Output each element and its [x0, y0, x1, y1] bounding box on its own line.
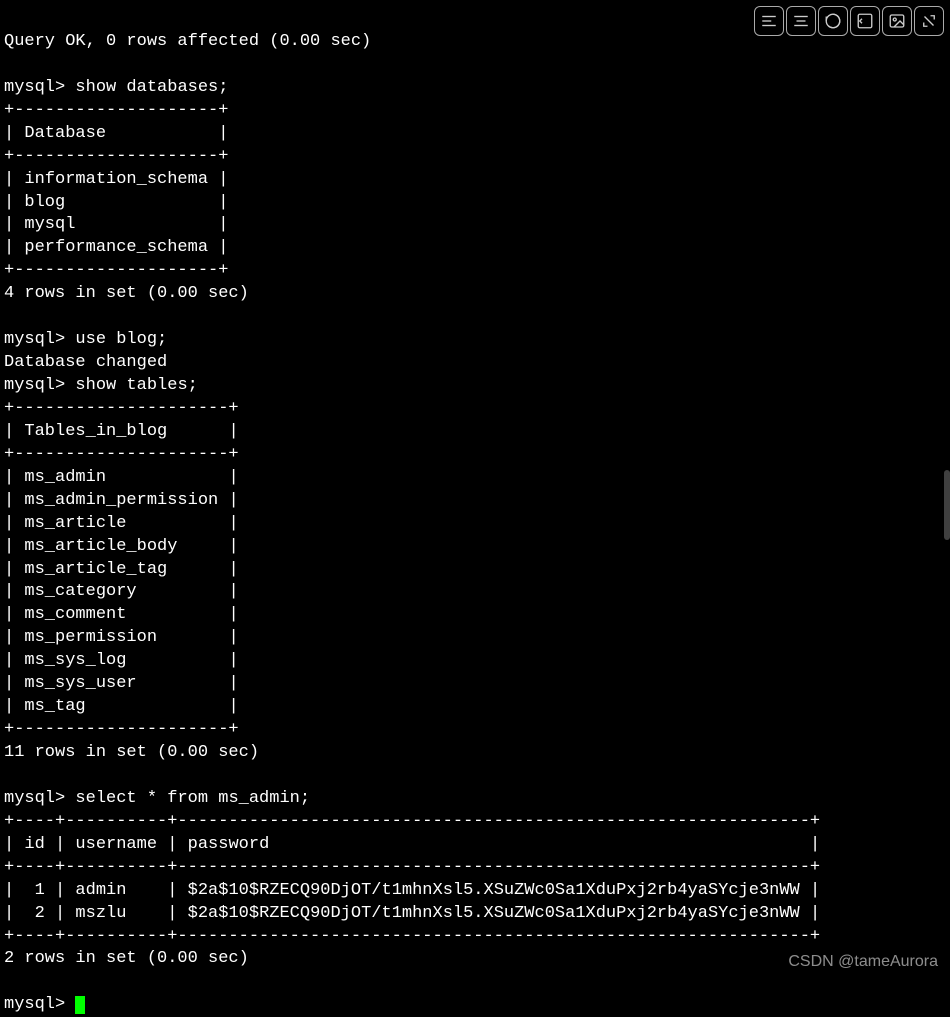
- table-row: ms_sys_user: [24, 674, 136, 693]
- prompt: mysql>: [4, 376, 65, 395]
- col-id: id: [24, 835, 44, 854]
- terminal-cursor[interactable]: [75, 996, 85, 1014]
- db-row: performance_schema: [24, 238, 208, 257]
- prompt: mysql>: [4, 995, 65, 1014]
- cmd-show-databases: show databases;: [75, 78, 228, 97]
- align-left-icon[interactable]: [754, 6, 784, 36]
- db-footer: 4 rows in set (0.00 sec): [4, 284, 249, 303]
- table-row: ms_admin: [24, 468, 106, 487]
- image-toolbar: [754, 6, 944, 36]
- cell-id: 2: [35, 904, 45, 923]
- tables-header: Tables_in_blog: [24, 422, 167, 441]
- terminal-output: Query OK, 0 rows affected (0.00 sec) mys…: [4, 8, 946, 1017]
- table-row: ms_sys_log: [24, 651, 126, 670]
- admin-footer: 2 rows in set (0.00 sec): [4, 949, 249, 968]
- query-ok-line: Query OK, 0 rows affected (0.00 sec): [4, 32, 371, 51]
- table-row: ms_permission: [24, 628, 157, 647]
- table-row: ms_tag: [24, 697, 85, 716]
- refresh-icon[interactable]: [818, 6, 848, 36]
- cell-username: admin: [75, 881, 126, 900]
- cmd-show-tables: show tables;: [75, 376, 197, 395]
- table-row: ms_category: [24, 582, 136, 601]
- cell-password: $2a$10$RZECQ90DjOT/t1mhnXsl5.XSuZWc0Sa1X…: [188, 904, 800, 923]
- prompt: mysql>: [4, 78, 65, 97]
- cell-password: $2a$10$RZECQ90DjOT/t1mhnXsl5.XSuZWc0Sa1X…: [188, 881, 800, 900]
- col-password: password: [188, 835, 270, 854]
- prompt: mysql>: [4, 789, 65, 808]
- table-row: ms_article: [24, 514, 126, 533]
- scrollbar-thumb[interactable]: [944, 470, 950, 540]
- tables-footer: 11 rows in set (0.00 sec): [4, 743, 259, 762]
- cmd-select-admin: select * from ms_admin;: [75, 789, 310, 808]
- table-row: ms_article_tag: [24, 560, 167, 579]
- db-row: blog: [24, 193, 65, 212]
- db-row: mysql: [24, 215, 75, 234]
- table-row: ms_admin_permission: [24, 491, 218, 510]
- watermark-text: CSDN @tameAurora: [788, 951, 938, 973]
- col-username: username: [75, 835, 157, 854]
- db-changed: Database changed: [4, 353, 167, 372]
- prompt: mysql>: [4, 330, 65, 349]
- align-center-icon[interactable]: [786, 6, 816, 36]
- image-icon[interactable]: [882, 6, 912, 36]
- db-row: information_schema: [24, 170, 208, 189]
- cmd-use-blog: use blog;: [75, 330, 167, 349]
- table-row: ms_comment: [24, 605, 126, 624]
- db-header: Database: [24, 124, 106, 143]
- cell-id: 1: [35, 881, 45, 900]
- code-icon[interactable]: [850, 6, 880, 36]
- cell-username: mszlu: [75, 904, 126, 923]
- table-row: ms_article_body: [24, 537, 177, 556]
- fullscreen-icon[interactable]: [914, 6, 944, 36]
